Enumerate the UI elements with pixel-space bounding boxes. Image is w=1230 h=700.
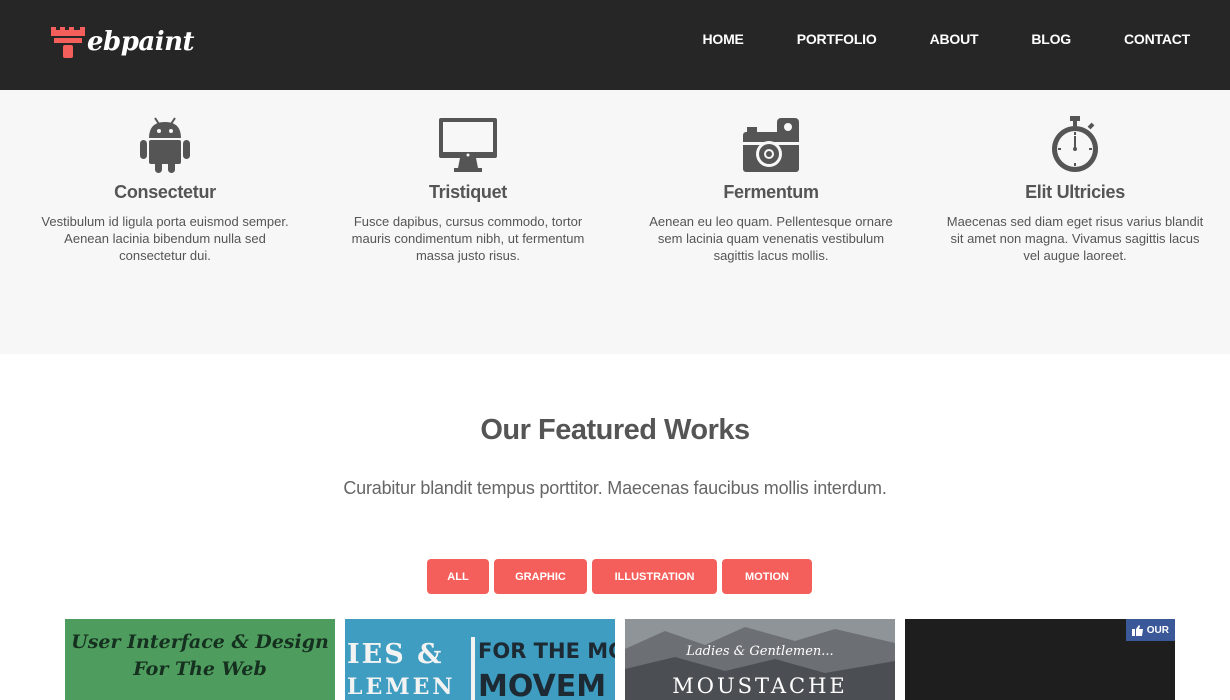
feature-title: Tristiquet	[428, 182, 507, 202]
feature-text: Maecenas sed diam eget risus varius blan…	[946, 214, 1204, 263]
nav-blog[interactable]: BLOG	[1031, 31, 1071, 47]
monitor-icon	[439, 118, 497, 172]
nav-contact[interactable]: CONTACT	[1124, 31, 1190, 47]
like-badge[interactable]: OUR	[1125, 619, 1175, 641]
feature-text: Vestibulum id ligula porta euismod sempe…	[41, 214, 289, 263]
site-header: ebpaint HOME PORTFOLIO ABOUT BLOG CONTAC…	[0, 0, 1230, 90]
tile-artwork-text: User Interface & Design For The Web	[65, 629, 335, 683]
tile-line: LEMEN	[347, 674, 456, 700]
feature-card: Tristiquet Fusce dapibus, cursus commodo…	[338, 90, 598, 264]
main-nav: HOME PORTFOLIO ABOUT BLOG CONTACT	[702, 31, 1190, 47]
filter-graphic-button[interactable]: GRAPHIC	[494, 559, 587, 594]
tile-line: FOR THE MO	[478, 639, 615, 663]
portfolio-tile[interactable]: Ladies & Gentlemen... MOUSTACHE	[625, 619, 895, 700]
tile-line: User Interface & Design	[71, 631, 329, 653]
site-logo[interactable]: ebpaint	[50, 22, 195, 62]
portfolio-tile[interactable]: User Interface & Design For The Web	[65, 619, 335, 700]
nav-home[interactable]: HOME	[702, 31, 743, 47]
android-icon	[140, 117, 190, 173]
thumbs-up-icon	[1131, 624, 1143, 636]
tile-line: MOUSTACHE	[672, 674, 848, 698]
logo-text: ebpaint	[87, 27, 195, 57]
portfolio-filters: ALL GRAPHIC ILLUSTRATION MOTION	[427, 559, 812, 594]
tile-line: IES &	[347, 639, 444, 670]
tile-line: For The Web	[133, 658, 267, 680]
tile-line: MOVEM	[478, 669, 607, 700]
feature-card: Elit Ultricies Maecenas sed diam eget ri…	[945, 90, 1205, 264]
paintbrush-logo-icon	[51, 27, 85, 58]
filter-motion-button[interactable]: MOTION	[722, 559, 812, 594]
portfolio-tile[interactable]: IES & LEMEN FOR THE MO MOVEM	[345, 619, 615, 700]
badge-label: OUR	[1146, 624, 1169, 636]
filter-illustration-button[interactable]: ILLUSTRATION	[592, 559, 717, 594]
feature-title: Elit Ultricies	[1025, 182, 1125, 202]
filter-all-button[interactable]: ALL	[427, 559, 489, 594]
features-section: Consectetur Vestibulum id ligula porta e…	[0, 90, 1230, 354]
tile-line: Ladies & Gentlemen...	[686, 644, 834, 659]
feature-card: Consectetur Vestibulum id ligula porta e…	[35, 90, 295, 264]
stopwatch-icon	[1052, 116, 1098, 172]
feature-title: Fermentum	[723, 182, 819, 202]
nav-portfolio[interactable]: PORTFOLIO	[797, 31, 877, 47]
portfolio-tile[interactable]: OUR	[905, 619, 1175, 700]
works-title: Our Featured Works	[480, 414, 750, 446]
feature-text: Fusce dapibus, cursus commodo, tortor ma…	[351, 214, 585, 263]
camera-icon	[743, 118, 799, 172]
nav-about[interactable]: ABOUT	[930, 31, 979, 47]
feature-title: Consectetur	[114, 182, 216, 202]
works-subtitle: Curabitur blandit tempus porttitor. Maec…	[343, 478, 887, 498]
feature-text: Aenean eu leo quam. Pellentesque ornare …	[649, 214, 893, 263]
feature-card: Fermentum Aenean eu leo quam. Pellentesq…	[641, 90, 901, 264]
tile-divider	[471, 637, 475, 700]
